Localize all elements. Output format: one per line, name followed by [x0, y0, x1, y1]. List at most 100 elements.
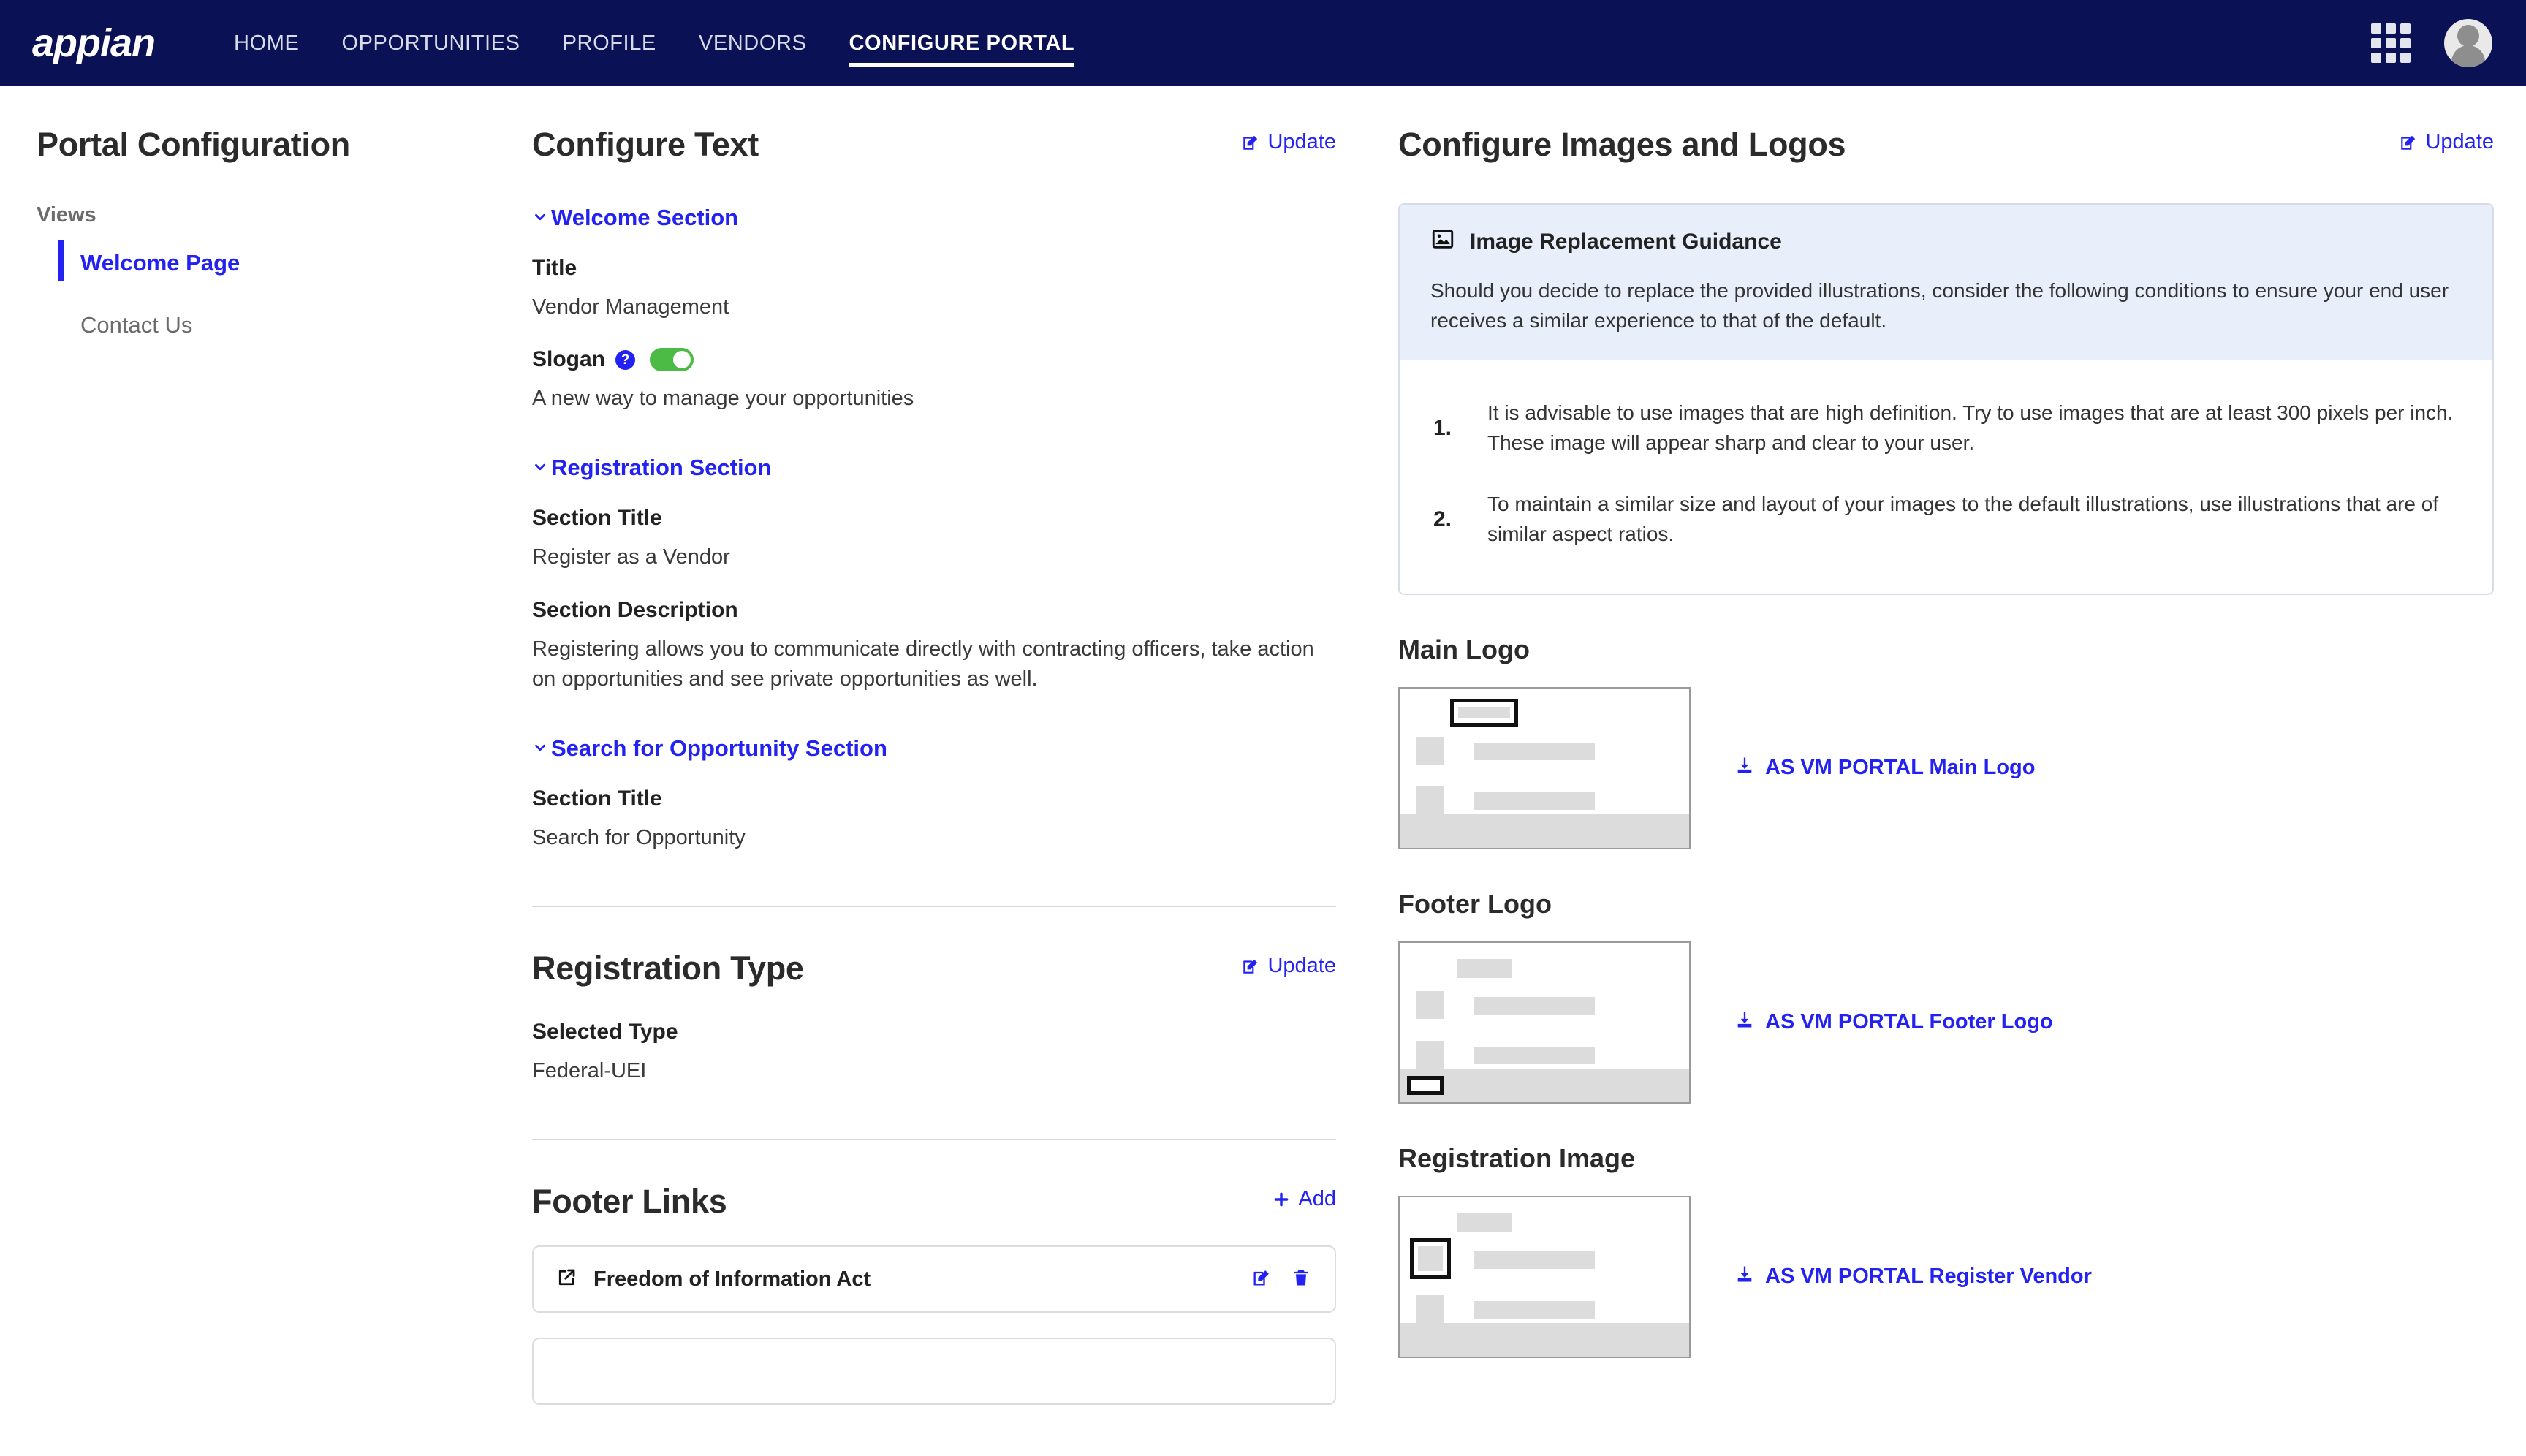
section-divider [532, 1139, 1336, 1141]
registration-image-title: Registration Image [1398, 1142, 1636, 1173]
registration-image-row: AS VM PORTAL Register Vendor [1398, 1195, 2494, 1358]
field-value-title: Vendor Management [532, 295, 729, 319]
nav-right-controls [2371, 0, 2492, 86]
edit-icon [2399, 133, 2418, 152]
main-nav-links: HOME OPPORTUNITIES PROFILE VENDORS CONFI… [234, 0, 1074, 86]
sidebar-item-welcome-page[interactable]: Welcome Page [37, 240, 459, 282]
page-body: Portal Configuration Views Welcome Page … [0, 86, 2526, 1456]
footer-links-add-button[interactable]: Add [1272, 1187, 1336, 1211]
field-label-section-title: Section Title [532, 506, 1336, 531]
plus-icon [1272, 1190, 1291, 1209]
main-logo-thumbnail[interactable] [1398, 686, 1691, 849]
configure-images-column: Configure Images and Logos Update Image … [1376, 86, 2526, 1456]
guidance-list: 1. It is advisable to use images that ar… [1400, 360, 2492, 593]
guidance-title-row: Image Replacement Guidance [1430, 227, 2462, 257]
image-replacement-guidance-panel: Image Replacement Guidance Should you de… [1398, 203, 2494, 595]
configure-text-column: Configure Text Update Welcome Section Ti… [488, 86, 1376, 1456]
accordion-registration-section[interactable]: Registration Section [532, 455, 1336, 481]
edit-icon [1241, 957, 1260, 976]
highlight-box-footer [1407, 1075, 1444, 1095]
configure-text-header: Configure Text Update [532, 126, 1336, 164]
appian-logo[interactable]: appian [32, 23, 156, 63]
footer-logo-thumbnail[interactable] [1398, 941, 1691, 1104]
footer-logo-title: Footer Logo [1398, 888, 1552, 919]
field-label-title: Title [532, 256, 1336, 281]
configure-text-update-button[interactable]: Update [1241, 130, 1336, 154]
download-label: AS VM PORTAL Footer Logo [1765, 1010, 2053, 1034]
registration-type-title: Registration Type [532, 949, 804, 987]
guidance-header: Image Replacement Guidance Should you de… [1400, 205, 2492, 361]
nav-item-profile[interactable]: PROFILE [563, 0, 656, 86]
edit-icon[interactable] [1251, 1267, 1272, 1292]
registration-type-header: Registration Type Update [532, 949, 1336, 987]
footer-link-card[interactable] [532, 1338, 1336, 1406]
chevron-down-icon [532, 205, 548, 231]
field-value-selected-type: Federal-UEI [532, 1059, 647, 1083]
views-label: Views [37, 203, 96, 227]
download-icon [1734, 1009, 1755, 1036]
external-link-icon [555, 1267, 577, 1292]
main-logo-title: Main Logo [1398, 634, 1530, 664]
chevron-down-icon [532, 455, 548, 481]
update-label: Update [2425, 130, 2494, 153]
edit-icon [1241, 133, 1260, 152]
field-label-selected-type: Selected Type [532, 1020, 1336, 1044]
label-text: Section Title [532, 506, 662, 531]
nav-item-home[interactable]: HOME [234, 0, 299, 86]
registration-image-thumbnail[interactable] [1398, 1195, 1691, 1358]
footer-link-actions [1251, 1267, 1311, 1292]
update-label: Update [1267, 130, 1336, 153]
footer-links-title: Footer Links [532, 1183, 727, 1221]
apps-grid-icon[interactable] [2371, 23, 2411, 63]
accordion-label: Registration Section [551, 455, 772, 481]
main-logo-row: AS VM PORTAL Main Logo [1398, 686, 2494, 849]
sidebar-item-contact-us[interactable]: Contact Us [37, 311, 459, 338]
configure-images-update-button[interactable]: Update [2399, 130, 2494, 154]
footer-logo-download-link[interactable]: AS VM PORTAL Footer Logo [1734, 1009, 2053, 1036]
footer-link-card[interactable]: Freedom of Information Act [532, 1245, 1336, 1313]
main-logo-download-link[interactable]: AS VM PORTAL Main Logo [1734, 755, 2035, 781]
nav-item-configure-portal[interactable]: CONFIGURE PORTAL [849, 0, 1075, 86]
page-title: Portal Configuration [37, 126, 350, 163]
chevron-down-icon [532, 735, 548, 762]
configure-images-header: Configure Images and Logos Update [1398, 126, 2494, 164]
add-label: Add [1298, 1187, 1336, 1211]
guidance-list-item: 2. To maintain a similar size and layout… [1425, 477, 2454, 568]
user-avatar[interactable] [2444, 19, 2492, 67]
highlight-box-left-block [1410, 1237, 1451, 1279]
field-label-slogan: Slogan ? [532, 347, 1336, 372]
trash-icon[interactable] [1291, 1267, 1311, 1292]
registration-type-update-button[interactable]: Update [1241, 954, 1336, 978]
field-value-section-description: Registering allows you to communicate di… [532, 637, 1314, 691]
footer-link-card-left: Freedom of Information Act [555, 1267, 871, 1292]
slogan-toggle[interactable] [650, 348, 694, 372]
download-label: AS VM PORTAL Register Vendor [1765, 1264, 2092, 1289]
configure-text-title: Configure Text [532, 126, 759, 163]
image-icon [1430, 227, 1455, 257]
configure-images-title: Configure Images and Logos [1398, 126, 1846, 163]
download-icon [1734, 755, 1755, 781]
footer-logo-row: AS VM PORTAL Footer Logo [1398, 941, 2494, 1104]
download-icon [1734, 1264, 1755, 1290]
field-value-section-title: Register as a Vendor [532, 545, 730, 569]
label-text: Selected Type [532, 1020, 678, 1044]
field-label-search-section-title: Section Title [532, 786, 1336, 811]
nav-item-vendors[interactable]: VENDORS [699, 0, 807, 86]
guidance-item-text: To maintain a similar size and layout of… [1487, 493, 2439, 545]
help-icon[interactable]: ? [615, 349, 636, 370]
footer-link-label: Freedom of Information Act [593, 1267, 871, 1291]
guidance-item-number: 2. [1433, 507, 1452, 531]
accordion-search-opportunity-section[interactable]: Search for Opportunity Section [532, 735, 1336, 762]
field-value-slogan: A new way to manage your opportunities [532, 387, 914, 411]
footer-links-header: Footer Links Add [532, 1183, 1336, 1221]
top-navigation-bar: appian HOME OPPORTUNITIES PROFILE VENDOR… [0, 0, 2526, 86]
accordion-label: Welcome Section [551, 205, 739, 230]
left-sidebar: Portal Configuration Views Welcome Page … [0, 86, 488, 1456]
field-label-section-description: Section Description [532, 598, 1336, 623]
section-divider [532, 906, 1336, 908]
nav-item-opportunities[interactable]: OPPORTUNITIES [341, 0, 520, 86]
registration-image-download-link[interactable]: AS VM PORTAL Register Vendor [1734, 1264, 2092, 1290]
thumbnail-footer-strip [1400, 1322, 1689, 1357]
accordion-welcome-section[interactable]: Welcome Section [532, 205, 1336, 231]
thumbnail-footer-strip [1400, 814, 1689, 848]
